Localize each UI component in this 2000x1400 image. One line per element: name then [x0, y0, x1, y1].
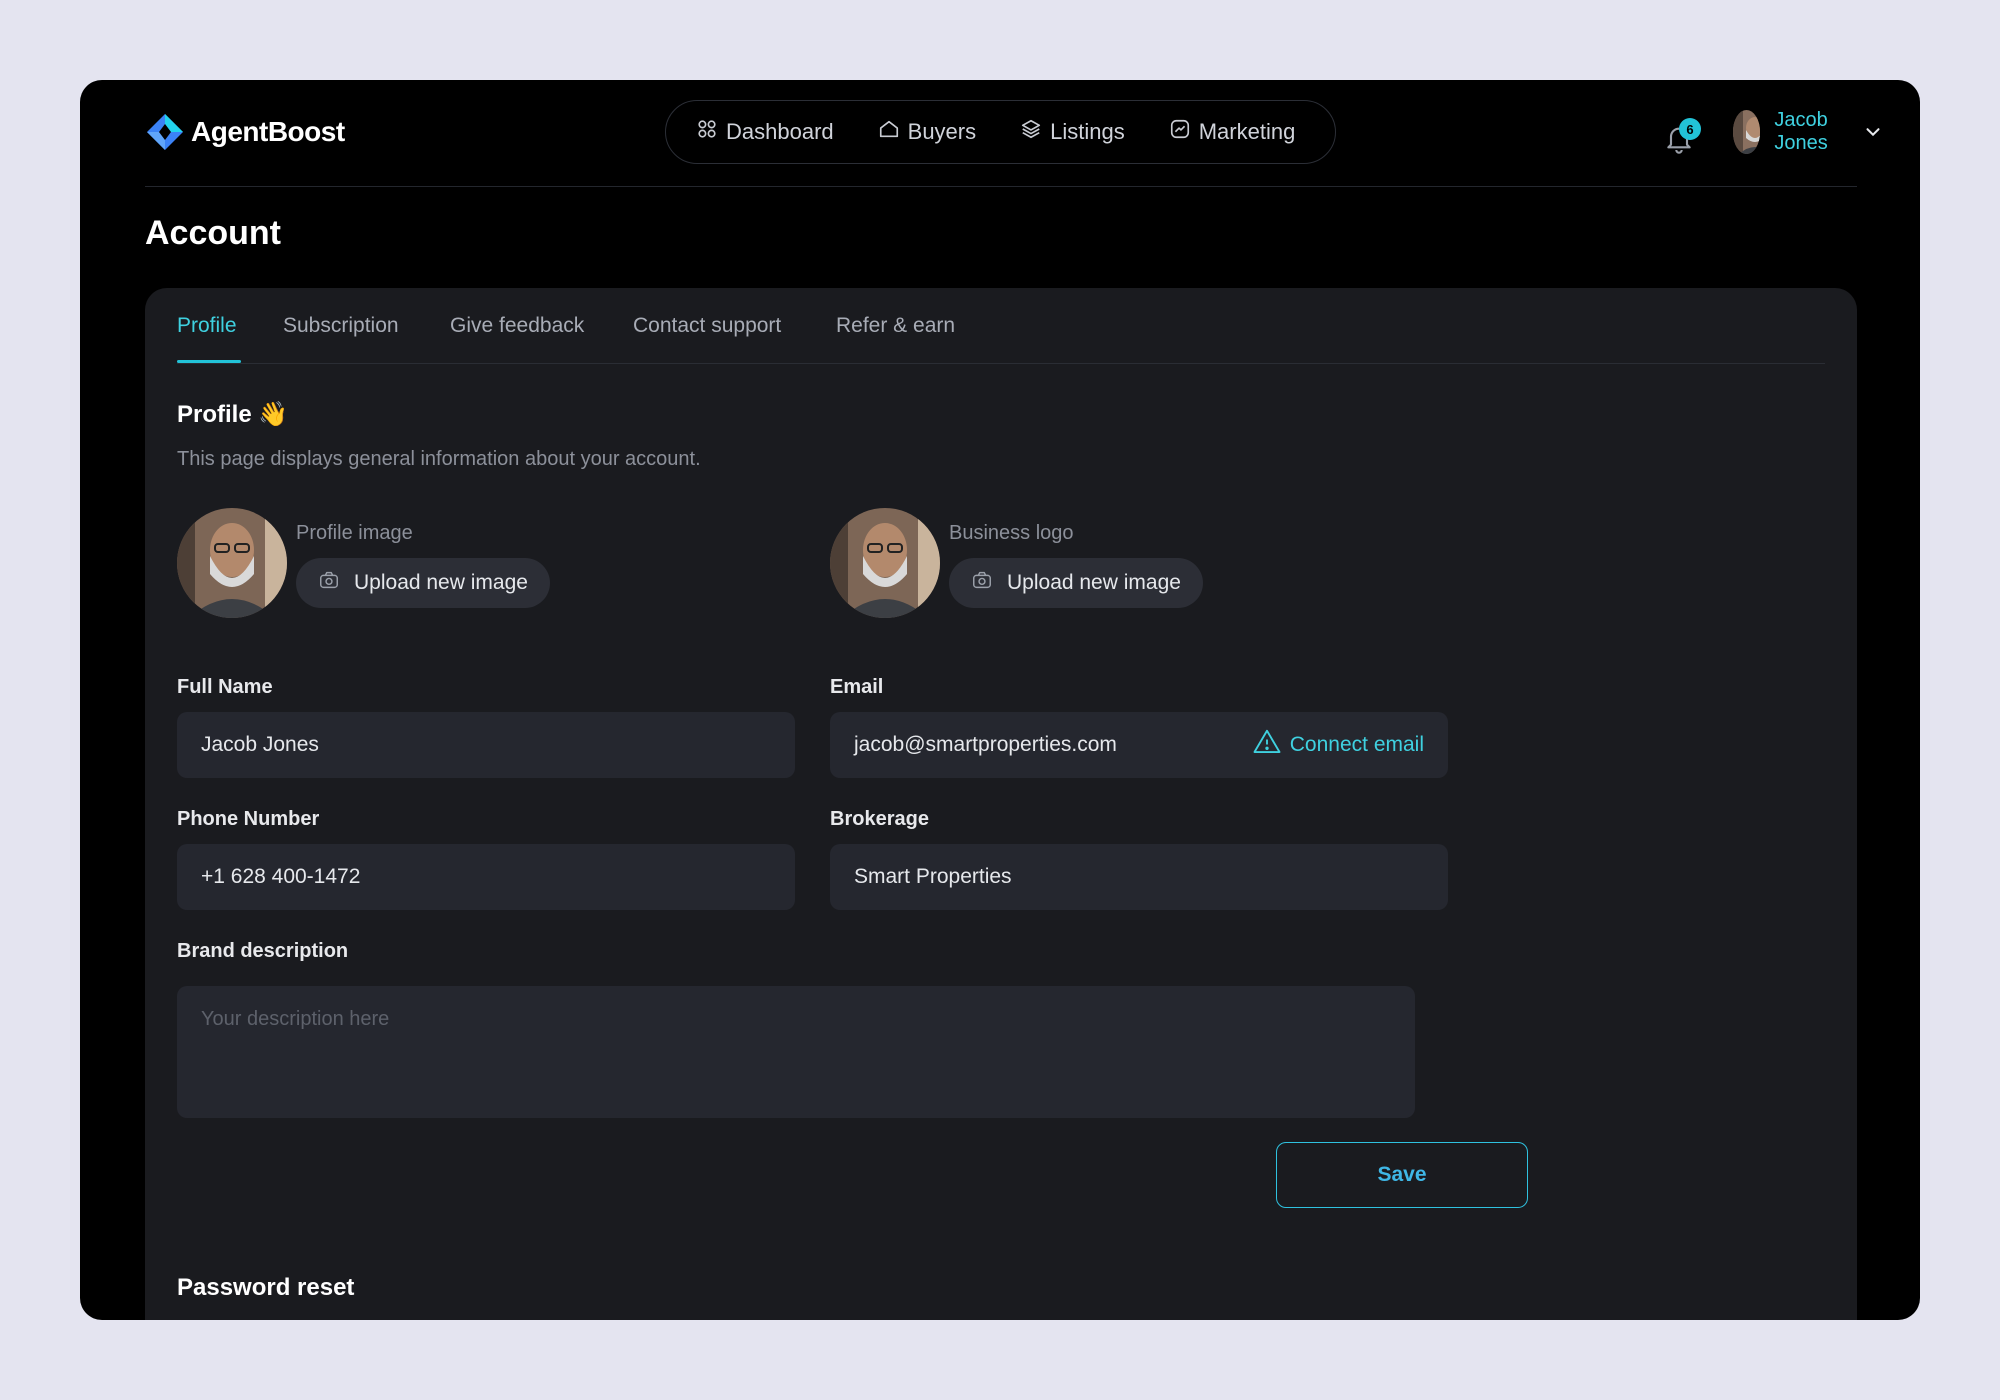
tab-give-feedback[interactable]: Give feedback: [450, 314, 584, 338]
business-logo-block: Business logo Upload new image: [830, 508, 1230, 618]
brokerage-label: Brokerage: [830, 808, 929, 830]
app-window: AgentBoost Dashboard Buyers Listings Mar…: [80, 80, 1920, 1320]
connect-email-label: Connect email: [1289, 733, 1424, 756]
camera-icon: [318, 569, 340, 597]
business-logo-image: [830, 508, 940, 618]
nav-item-buyers[interactable]: Buyers: [878, 118, 976, 146]
brand-logo[interactable]: AgentBoost: [145, 112, 345, 152]
notifications-button[interactable]: 6: [1663, 118, 1701, 154]
layers-icon: [1020, 118, 1042, 146]
full-name-label: Full Name: [177, 676, 273, 698]
nav-label: Listings: [1050, 119, 1125, 144]
brand-description-textarea[interactable]: Your description here: [177, 986, 1415, 1118]
nav-label: Buyers: [907, 119, 977, 144]
user-menu[interactable]: Jacob Jones: [1733, 109, 1884, 154]
page-title: Account: [145, 214, 281, 252]
full-name-field[interactable]: Jacob Jones: [177, 712, 795, 778]
main-nav: Dashboard Buyers Listings Marketing: [665, 100, 1336, 164]
tab-profile[interactable]: Profile: [177, 314, 237, 338]
chart-icon: [1169, 118, 1191, 146]
phone-field[interactable]: +1 628 400-1472: [177, 844, 795, 910]
email-label: Email: [830, 676, 884, 698]
camera-icon: [971, 569, 993, 597]
chevron-down-icon: [1862, 121, 1884, 143]
password-reset-title: Password reset: [177, 1274, 355, 1301]
email-value: jacob@smartproperties.com: [854, 733, 1117, 756]
tab-contact-support[interactable]: Contact support: [633, 314, 781, 338]
save-button[interactable]: Save: [1276, 1142, 1528, 1208]
email-field[interactable]: jacob@smartproperties.com Connect email: [830, 712, 1448, 778]
dashboard-grid-icon: [696, 118, 718, 146]
phone-label: Phone Number: [177, 808, 320, 830]
nav-label: Dashboard: [726, 119, 834, 144]
section-subtitle: This page displays general information a…: [177, 448, 701, 470]
brand-name: AgentBoost: [191, 116, 345, 147]
tab-bar: Profile Subscription Give feedback Conta…: [177, 288, 1825, 364]
user-name: Jacob Jones: [1774, 109, 1828, 154]
upload-label: Upload new image: [1007, 571, 1181, 594]
upload-label: Upload new image: [354, 571, 528, 594]
connect-email-button[interactable]: Connect email: [1252, 712, 1424, 778]
profile-image-block: Profile image Upload new image: [177, 508, 577, 618]
upload-profile-image-button[interactable]: Upload new image: [296, 558, 550, 608]
nav-item-marketing[interactable]: Marketing: [1169, 118, 1296, 146]
section-title: Profile 👋: [177, 401, 289, 428]
profile-image: [177, 508, 287, 618]
profile-image-label: Profile image: [296, 522, 413, 544]
tab-subscription[interactable]: Subscription: [283, 314, 399, 338]
account-panel: Profile Subscription Give feedback Conta…: [145, 288, 1857, 1320]
business-logo-label: Business logo: [949, 522, 1074, 544]
brokerage-field[interactable]: Smart Properties: [830, 844, 1448, 910]
brand-description-label: Brand description: [177, 940, 349, 962]
upload-business-logo-button[interactable]: Upload new image: [949, 558, 1203, 608]
bell-icon: [1663, 127, 1695, 158]
home-icon: [878, 118, 900, 146]
header-divider: [145, 186, 1857, 187]
active-tab-indicator: [177, 360, 241, 363]
tab-refer-earn[interactable]: Refer & earn: [836, 314, 955, 338]
logo-icon: [145, 112, 185, 152]
nav-item-dashboard[interactable]: Dashboard: [696, 118, 834, 146]
avatar: [1733, 110, 1761, 154]
nav-label: Marketing: [1198, 119, 1296, 144]
notification-badge: 6: [1679, 118, 1701, 140]
warning-icon: [1252, 727, 1282, 763]
nav-item-listings[interactable]: Listings: [1020, 118, 1125, 146]
top-header: AgentBoost Dashboard Buyers Listings Mar…: [145, 100, 1880, 208]
